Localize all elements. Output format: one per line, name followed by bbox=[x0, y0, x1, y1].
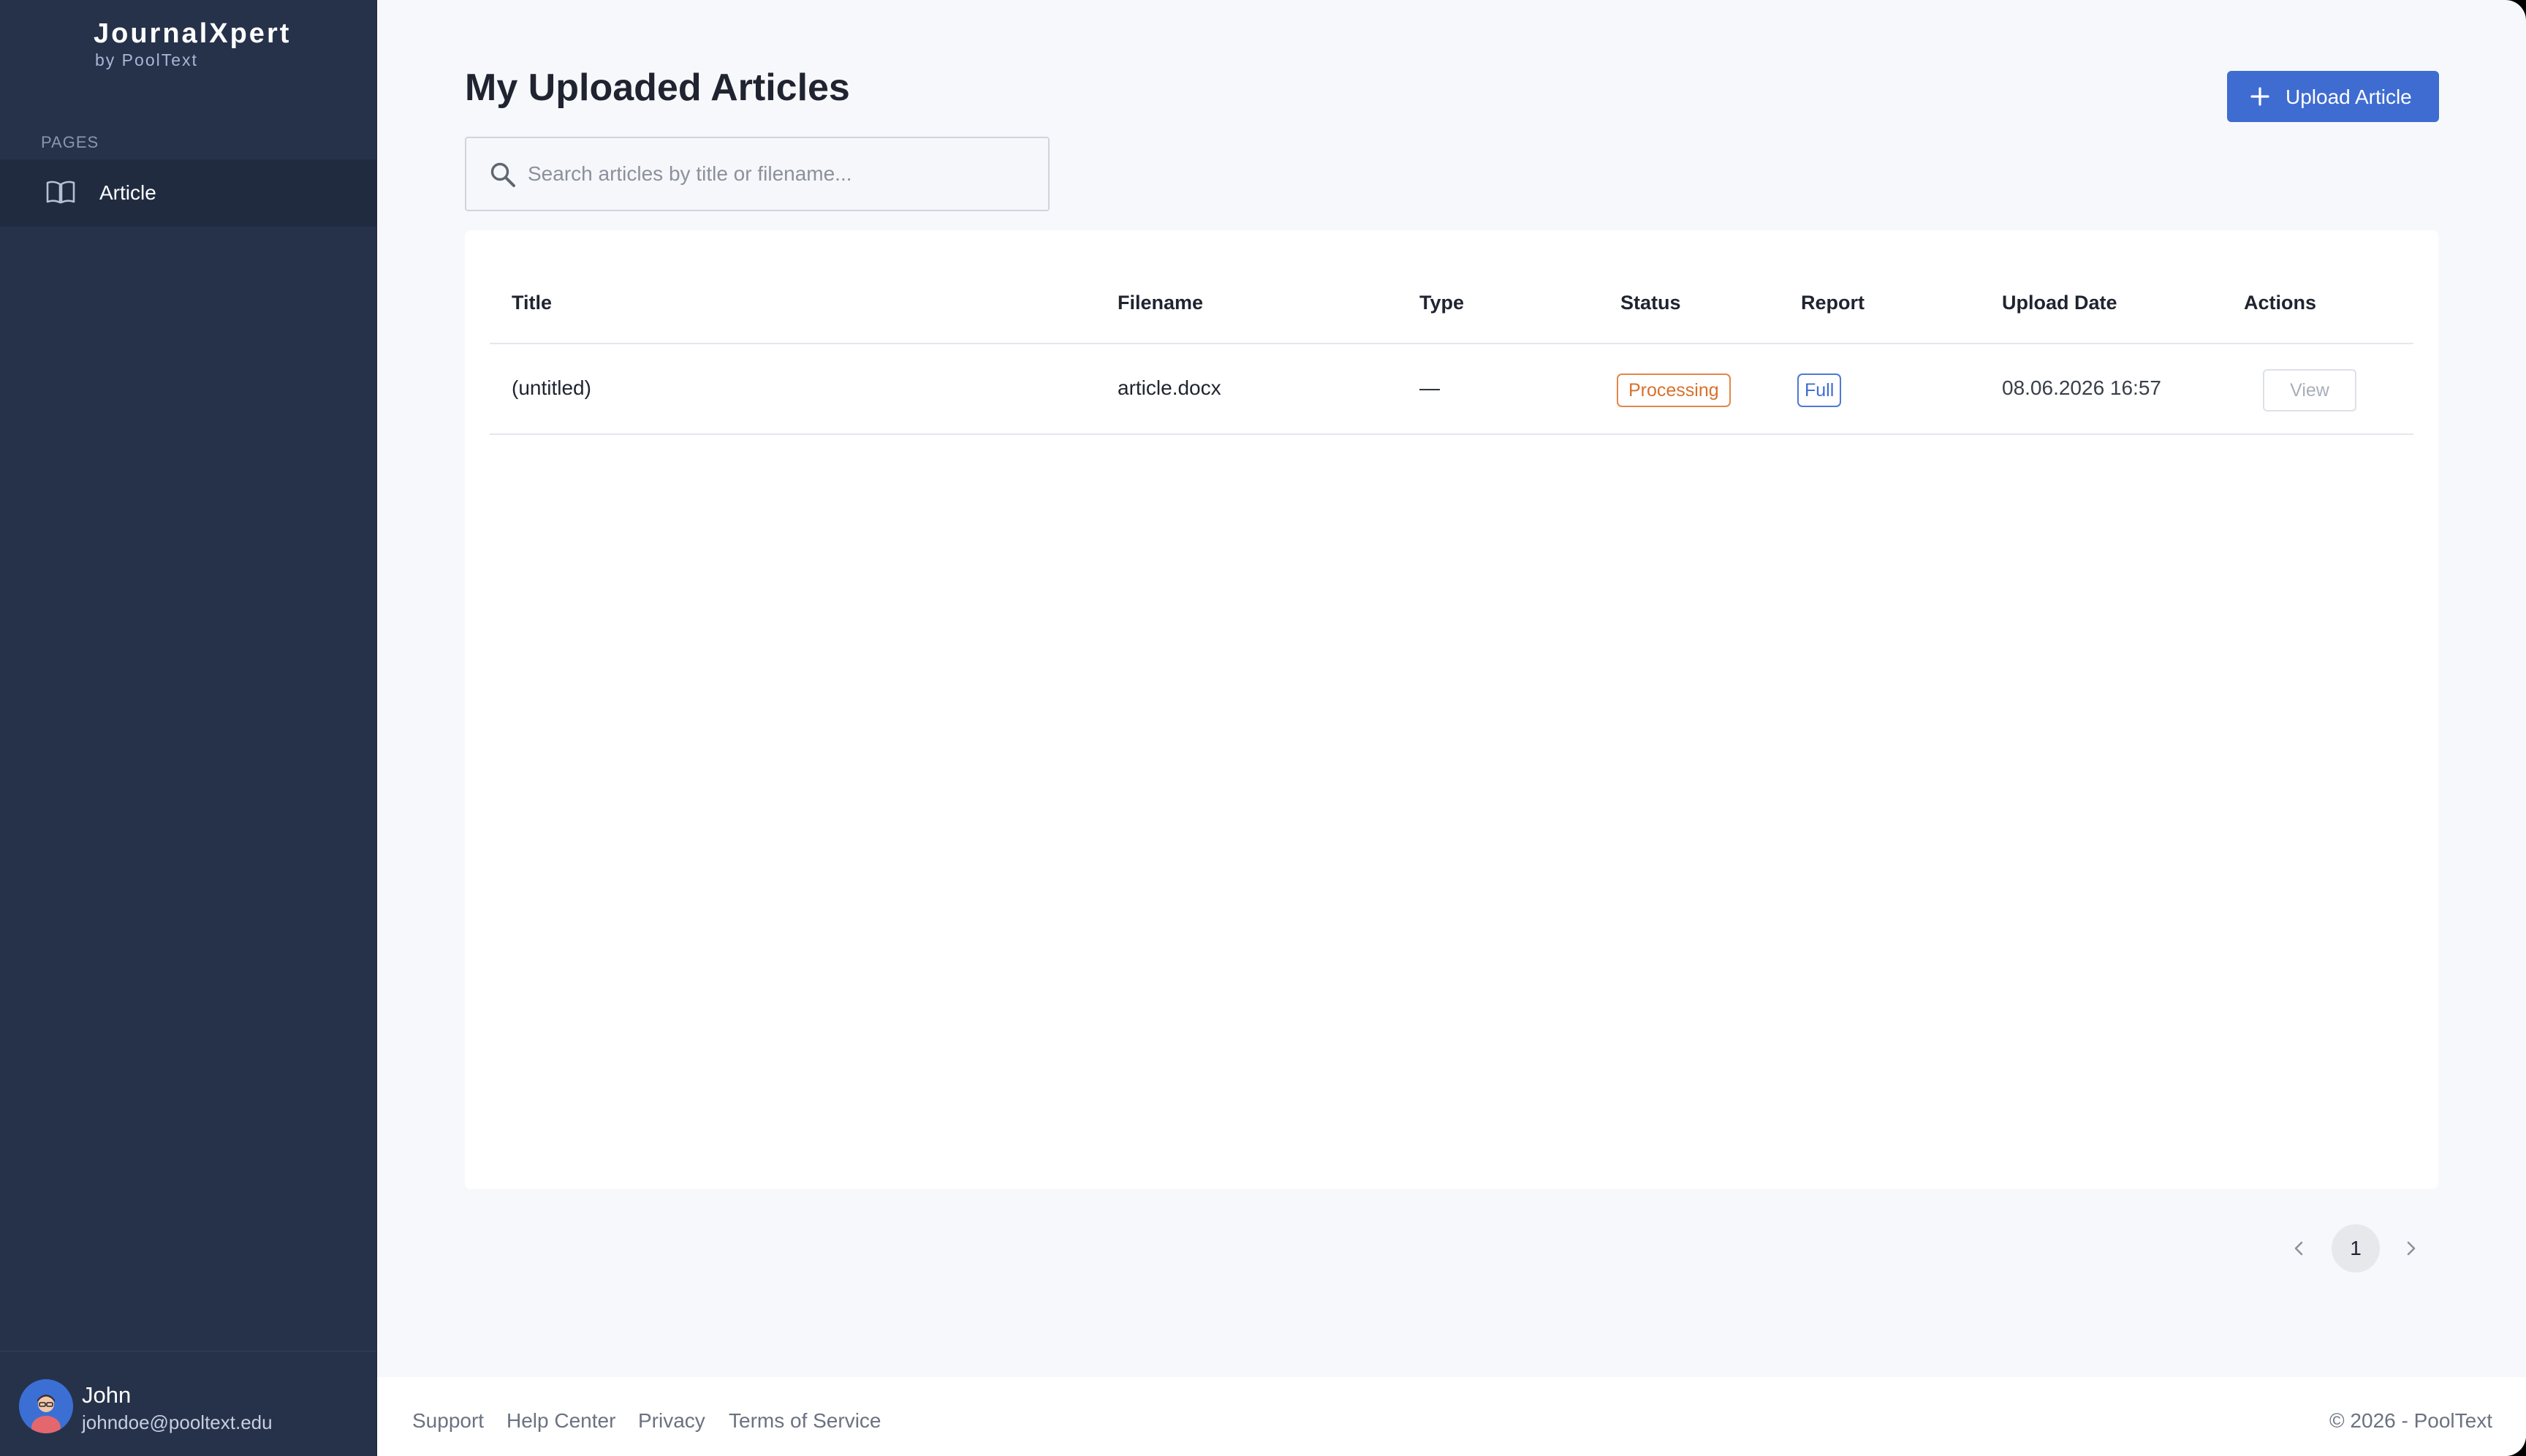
user-name: John bbox=[82, 1382, 132, 1408]
chevron-left-icon[interactable] bbox=[2286, 1235, 2313, 1262]
cell-upload-date: 08.06.2026 16:57 bbox=[2002, 376, 2161, 399]
sidebar-item-label: Article bbox=[99, 181, 156, 204]
table-row[interactable]: (untitled) article.docx — Processing Ful… bbox=[490, 346, 2413, 435]
articles-table-card: Title Filename Type Status Report Upload… bbox=[465, 230, 2438, 1189]
brand-logo[interactable]: JournalXpert by PoolText bbox=[94, 18, 291, 70]
page-footer: Support Help Center Privacy Terms of Ser… bbox=[377, 1377, 2526, 1456]
sidebar: JournalXpert by PoolText PAGES Article J… bbox=[0, 0, 377, 1456]
search-box bbox=[465, 137, 1050, 211]
plus-icon bbox=[2250, 87, 2269, 106]
upload-article-label: Upload Article bbox=[2286, 86, 2412, 108]
footer-link-support[interactable]: Support bbox=[412, 1409, 484, 1433]
brand-name: JournalXpert bbox=[94, 18, 292, 49]
column-header-actions: Actions bbox=[2244, 292, 2317, 314]
user-email: johndoe@pooltext.edu bbox=[82, 1411, 273, 1433]
upload-article-button[interactable]: Upload Article bbox=[2227, 71, 2439, 122]
search-input[interactable] bbox=[528, 138, 1032, 210]
column-header-report: Report bbox=[1801, 292, 1865, 314]
brand-subtitle: by PoolText bbox=[95, 50, 198, 69]
search-icon bbox=[490, 162, 515, 187]
copyright-text: © 2026 - PoolText bbox=[2329, 1409, 2492, 1432]
report-badge: Full bbox=[1797, 374, 1842, 407]
footer-link-terms[interactable]: Terms of Service bbox=[729, 1409, 881, 1433]
user-profile[interactable]: John johndoe@pooltext.edu bbox=[0, 1351, 376, 1456]
footer-link-help-center[interactable]: Help Center bbox=[507, 1409, 615, 1433]
column-header-title: Title bbox=[512, 292, 553, 314]
cell-type: — bbox=[1419, 376, 1440, 399]
pagination-page-current[interactable]: 1 bbox=[2332, 1224, 2380, 1273]
column-header-status: Status bbox=[1620, 292, 1681, 314]
sidebar-section-label: PAGES bbox=[41, 133, 99, 151]
page-title: My Uploaded Articles bbox=[465, 67, 850, 109]
table-header: Title Filename Type Status Report Upload… bbox=[490, 271, 2413, 344]
column-header-filename: Filename bbox=[1118, 292, 1204, 314]
column-header-type: Type bbox=[1419, 292, 1465, 314]
chevron-right-icon[interactable] bbox=[2397, 1235, 2424, 1262]
app-window: JournalXpert by PoolText PAGES Article J… bbox=[0, 0, 2526, 1456]
status-badge: Processing bbox=[1617, 374, 1731, 407]
view-button[interactable]: View bbox=[2263, 369, 2356, 412]
cell-filename: article.docx bbox=[1118, 376, 1221, 399]
column-header-upload-date: Upload Date bbox=[2002, 292, 2117, 314]
sidebar-item-article[interactable]: Article bbox=[0, 159, 376, 227]
user-avatar-icon bbox=[19, 1379, 73, 1433]
cell-title: (untitled) bbox=[512, 376, 591, 399]
book-open-icon bbox=[46, 181, 75, 204]
footer-link-privacy[interactable]: Privacy bbox=[638, 1409, 705, 1433]
